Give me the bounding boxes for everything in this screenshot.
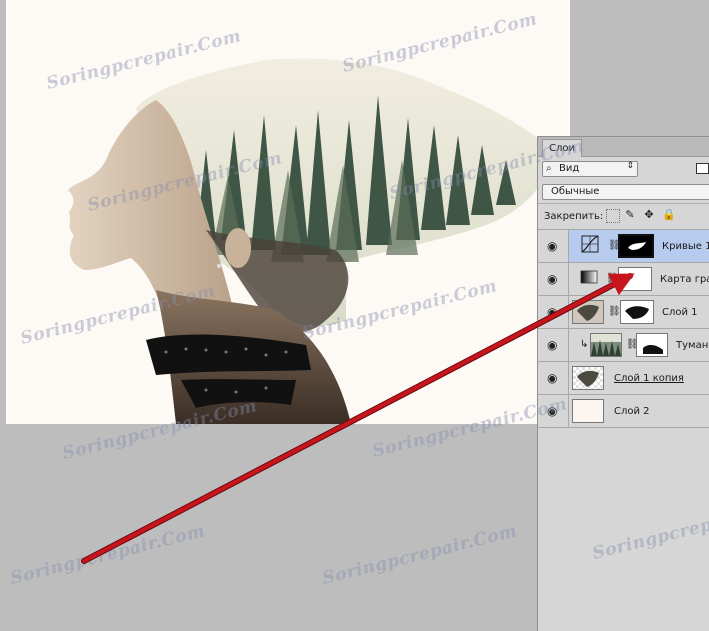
layer-row-layer-1[interactable]: ◉ ⛓ Слой 1	[538, 296, 709, 329]
brush-icon[interactable]: ✎	[624, 209, 636, 221]
panel-tab-bar: Слои	[538, 137, 709, 157]
visibility-toggle[interactable]: ◉	[538, 296, 569, 328]
blend-row: Обычные	[538, 181, 709, 204]
eye-icon: ◉	[547, 404, 558, 418]
curves-adjustment-icon	[580, 234, 604, 258]
double-exposure-artwork	[68, 58, 554, 424]
layer-mask-thumbnail[interactable]	[618, 234, 654, 258]
eye-icon: ◉	[547, 239, 558, 253]
layer-name[interactable]: Слой 1 копия	[614, 373, 684, 384]
blend-mode-select[interactable]: Обычные	[542, 184, 709, 200]
watermark: Soringpcrepair.Com	[8, 521, 208, 589]
link-icon[interactable]: ⛓	[608, 306, 621, 317]
watermark: Soringpcrepair.Com	[320, 521, 520, 589]
layer-name[interactable]: Слой 2	[614, 406, 650, 417]
filter-row: ⌕ Вид ⇕	[538, 157, 709, 181]
tab-layers[interactable]: Слои	[542, 139, 582, 157]
layer-name[interactable]: Туман-	[676, 340, 709, 351]
document-canvas[interactable]	[6, 0, 570, 424]
updown-arrows-icon: ⇕	[626, 161, 634, 171]
layer-name[interactable]: Кривые 1	[662, 241, 709, 252]
visibility-toggle[interactable]: ◉	[538, 395, 569, 427]
lock-row: Закрепить: ✎ ✥ 🔒	[538, 204, 709, 230]
lock-transparency-icon[interactable]	[606, 209, 620, 223]
eye-icon: ◉	[547, 272, 558, 286]
layer-mask-thumbnail[interactable]	[620, 300, 654, 324]
search-icon: ⌕	[546, 163, 552, 174]
lock-label: Закрепить:	[544, 211, 604, 222]
layer-thumbnail[interactable]	[590, 333, 622, 357]
visibility-toggle[interactable]: ◉	[538, 230, 569, 262]
layer-row-layer-1-copy[interactable]: ◉ Слой 1 копия	[538, 362, 709, 395]
visibility-toggle[interactable]: ◉	[538, 362, 569, 394]
layer-row-fog[interactable]: ◉ ↳ ⛓ Туман-	[538, 329, 709, 362]
eye-icon: ◉	[547, 371, 558, 385]
clipping-arrow-icon: ↳	[580, 339, 589, 350]
layer-thumbnail[interactable]	[572, 366, 604, 390]
layer-row-layer-2[interactable]: ◉ Слой 2	[538, 395, 709, 428]
kind-filter-select[interactable]: ⌕ Вид ⇕	[542, 161, 638, 177]
kind-filter-label: Вид	[559, 163, 580, 174]
gradient-map-icon	[580, 267, 600, 291]
eye-icon: ◉	[547, 338, 558, 352]
layer-name[interactable]: Слой 1	[662, 307, 698, 318]
eye-icon: ◉	[547, 305, 558, 319]
layer-thumbnail[interactable]	[572, 399, 604, 423]
layers-panel: Слои ⌕ Вид ⇕ Обычные Закрепить: ✎ ✥ 🔒 ◉ …	[537, 136, 709, 631]
layer-row-gradient-map[interactable]: ◉ ⛓ Карта град	[538, 263, 709, 296]
lock-icon[interactable]: 🔒	[662, 209, 676, 221]
visibility-toggle[interactable]: ◉	[538, 329, 569, 361]
layer-row-curves[interactable]: ◉ ⛓ Кривые 1	[538, 230, 709, 263]
move-icon[interactable]: ✥	[643, 209, 655, 221]
layer-mask-thumbnail[interactable]	[618, 267, 652, 291]
image-filter-icon[interactable]	[696, 163, 709, 174]
layer-mask-thumbnail[interactable]	[636, 333, 668, 357]
visibility-toggle[interactable]: ◉	[538, 263, 569, 295]
layer-name[interactable]: Карта град	[660, 274, 709, 285]
layer-thumbnail[interactable]	[572, 300, 604, 324]
link-icon[interactable]: ⛓	[606, 273, 619, 284]
